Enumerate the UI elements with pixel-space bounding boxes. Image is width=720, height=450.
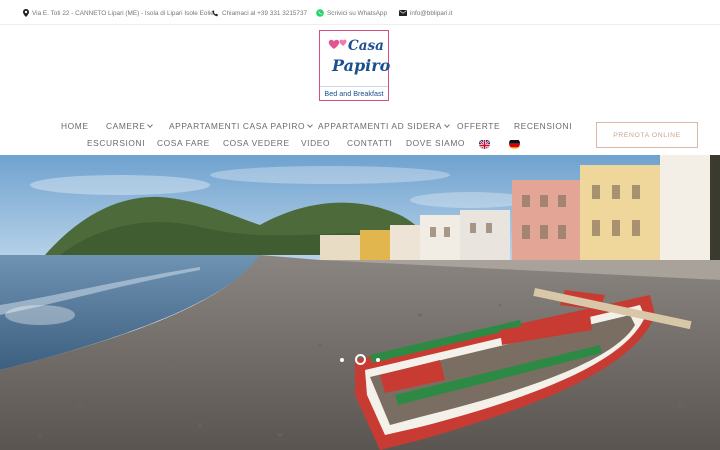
slider-dot-2-active[interactable] [355,354,366,365]
email-info[interactable]: info@bblipari.it [399,7,452,19]
phone-text[interactable]: Chiamaci al +39 331 3215737 [222,10,307,17]
nav-cosa-vedere[interactable]: COSA VEDERE [223,138,290,148]
chevron-down-icon [307,122,314,128]
chevron-down-icon [147,122,154,128]
nav-appartamenti-casa-papiro-label: APPARTAMENTI CASA PAPIRO [169,121,306,131]
logo-text-casa: Casa [348,38,384,54]
nav-video-label: VIDEO [301,138,331,148]
top-info-bar: Via E. Toti 22 - CANNETO Lipari (ME) - I… [0,0,720,25]
nav-dove-siamo-label: DOVE SIAMO [406,138,466,148]
nav-cosa-fare-label: COSA FARE [157,138,210,148]
nav-camere[interactable]: CAMERE [106,121,154,131]
slider-dot-3[interactable] [376,358,380,362]
phone-icon [212,9,218,16]
nav-appartamenti-ad-sidera[interactable]: APPARTAMENTI AD SIDERA [318,121,450,131]
nav-recensioni[interactable]: RECENSIONI [514,121,572,131]
site-logo[interactable]: Casa Papiro Bed and Breakfast [319,30,391,101]
envelope-icon [399,10,407,16]
whatsapp-text[interactable]: Scrivici su WhatsApp [327,10,387,17]
nav-recensioni-label: RECENSIONI [514,121,573,131]
uk-flag-icon[interactable] [479,138,490,149]
hero-beach-image [0,155,720,450]
book-online-button[interactable]: PRENOTA ONLINE [596,122,698,148]
nav-cosa-fare[interactable]: COSA FARE [157,138,210,148]
address-info: Via E. Toti 22 - CANNETO Lipari (ME) - I… [23,7,214,19]
chevron-down-icon [444,122,450,128]
logo-tagline: Bed and Breakfast [320,86,388,98]
hero-slider[interactable] [0,155,720,450]
germany-flag-icon[interactable] [509,138,520,149]
nav-home-label: HOME [61,121,89,131]
whatsapp-icon [316,9,324,17]
nav-escursioni[interactable]: ESCURSIONI [87,138,145,148]
phone-info[interactable]: Chiamaci al +39 331 3215737 [212,7,307,19]
nav-appartamenti-casa-papiro[interactable]: APPARTAMENTI CASA PAPIRO [169,121,314,131]
nav-dove-siamo[interactable]: DOVE SIAMO [406,138,465,148]
whatsapp-info[interactable]: Scrivici su WhatsApp [316,7,387,19]
slider-pagination [337,353,385,367]
nav-cosa-vedere-label: COSA VEDERE [223,138,290,148]
nav-home[interactable]: HOME [61,121,89,131]
nav-offerte-label: OFFERTE [457,121,501,131]
address-text: Via E. Toti 22 - CANNETO Lipari (ME) - I… [32,9,214,17]
hearts-icon [328,39,347,49]
slider-dot-1[interactable] [340,358,344,362]
nav-contatti[interactable]: CONTATTI [347,138,392,148]
nav-offerte[interactable]: OFFERTE [457,121,500,131]
nav-appartamenti-ad-sidera-label: APPARTAMENTI AD SIDERA [318,121,442,131]
location-pin-icon [23,9,29,17]
nav-escursioni-label: ESCURSIONI [87,138,146,148]
logo-text-papiro: Papiro [332,56,391,75]
nav-camere-label: CAMERE [106,121,146,131]
nav-contatti-label: CONTATTI [347,138,393,148]
nav-video[interactable]: VIDEO [301,138,330,148]
email-text[interactable]: info@bblipari.it [410,10,452,17]
